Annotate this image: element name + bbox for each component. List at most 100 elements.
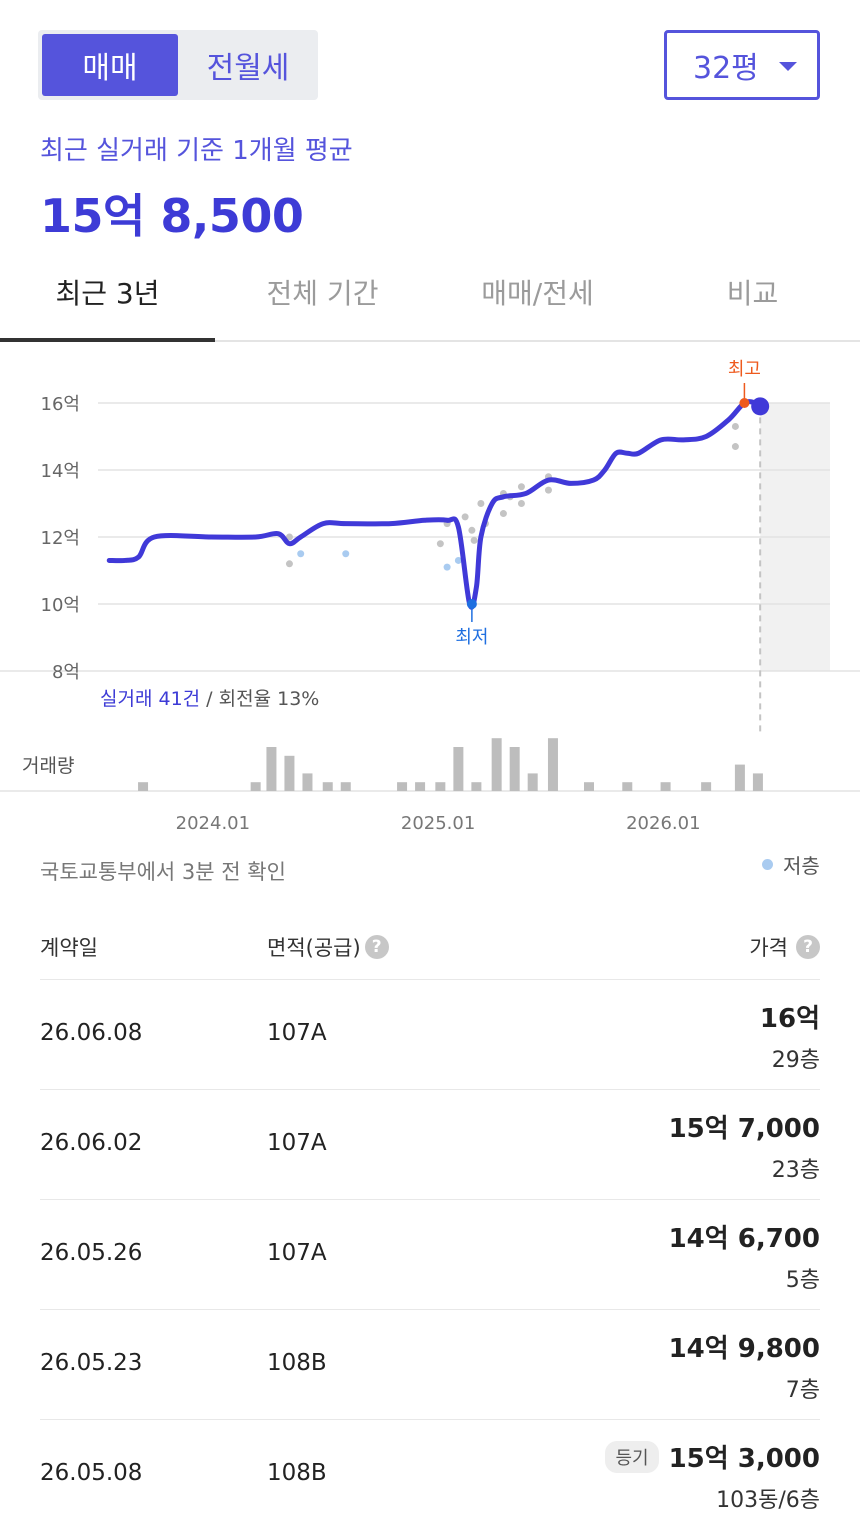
table-row[interactable]: 26.05.08 108B 등기 15억 3,000 103동/6층: [40, 1420, 820, 1530]
volume-bars: [0, 738, 860, 792]
header-contract-date: 계약일: [40, 936, 98, 960]
volume-bar: [453, 747, 464, 791]
transaction-dot: [461, 513, 469, 521]
volume-label: 거래량: [22, 755, 74, 777]
table-row[interactable]: 26.05.26 107A 14억 6,700 5층: [40, 1200, 820, 1310]
row-date: 26.06.08: [40, 1020, 143, 1046]
transaction-dot: [517, 483, 525, 491]
row-price: 15억 7,000: [668, 1114, 820, 1144]
row-floor: 7층: [785, 1378, 820, 1403]
source-text: 국토교통부에서 3분 전 확인: [40, 860, 286, 884]
volume-bar: [660, 782, 671, 791]
transaction-dot: [477, 500, 485, 507]
transactions-table-header: 계약일 면적(공급)? 가격?: [40, 912, 820, 980]
volume-bar: [491, 738, 502, 791]
row-floor: 29층: [771, 1048, 820, 1073]
row-date: 26.05.26: [40, 1240, 143, 1266]
y-tick-label: 16억: [41, 394, 80, 415]
y-axis-labels: 8억 10억 12억 14억 16억: [41, 394, 80, 683]
question-icon[interactable]: ?: [796, 935, 820, 959]
row-area: 108B: [267, 1460, 327, 1486]
row-date: 26.06.02: [40, 1130, 143, 1156]
row-area: 107A: [267, 1020, 327, 1046]
transaction-dot: [470, 536, 478, 544]
volume-bar: [584, 782, 595, 791]
sale-toggle-button[interactable]: 매매: [42, 34, 178, 96]
price-chart: 8억 10억 12억 14억 16억 최고최저 실거래 41건 / 회전율 13% 거래…: [0, 359, 860, 834]
rent-toggle-button[interactable]: 전월세: [180, 34, 316, 96]
turnover-rate: 회전율 13%: [219, 688, 320, 710]
high-marker-label: 최고: [728, 359, 761, 380]
price-line: [106, 399, 763, 610]
table-row[interactable]: 26.06.02 107A 15억 7,000 23층: [40, 1090, 820, 1200]
volume-bar: [266, 747, 277, 791]
chart-grid: [0, 402, 860, 734]
low-marker-dot: [466, 599, 477, 609]
row-floor: 103동/6층: [716, 1488, 820, 1513]
row-date: 26.05.23: [40, 1350, 143, 1376]
trade-type-toggle: 매매 전월세: [38, 30, 318, 100]
volume-bar: [509, 747, 520, 791]
tab-recent-3-years[interactable]: 최근 3년: [0, 256, 215, 340]
row-price: 14억 9,800: [668, 1334, 820, 1364]
table-row[interactable]: 26.06.08 107A 16억 29층: [40, 980, 820, 1090]
volume-bar: [527, 773, 538, 791]
active-tab-indicator: [0, 338, 215, 342]
transaction-dot: [499, 510, 507, 518]
low-marker-label: 최저: [455, 627, 488, 648]
row-area: 107A: [267, 1130, 327, 1156]
row-area: 108B: [267, 1350, 327, 1376]
volume-bar: [701, 782, 712, 791]
transaction-dot: [285, 560, 293, 568]
volume-bar: [397, 782, 408, 791]
y-tick-label: 12억: [41, 528, 80, 549]
transaction-dot: [436, 540, 444, 548]
price-line-layer: [106, 399, 763, 610]
volume-bar: [284, 755, 295, 791]
high-marker-dot: [739, 398, 750, 408]
average-price-value: 15억 8,500: [40, 189, 304, 243]
period-tabs: 최근 3년 전체 기간 매매/전세 비교: [0, 256, 860, 342]
average-price-label: 최근 실거래 기준 1개월 평균: [40, 136, 353, 166]
row-price: 등기 15억 3,000: [605, 1438, 820, 1475]
row-price: 14억 6,700: [668, 1224, 820, 1254]
stats-separator: /: [200, 688, 218, 710]
transaction-dot: [731, 443, 739, 451]
size-dropdown[interactable]: 32평: [664, 30, 820, 100]
volume-bar: [547, 738, 558, 791]
row-floor: 23층: [771, 1158, 820, 1183]
volume-bar: [250, 782, 261, 791]
row-price: 16억: [759, 1004, 820, 1034]
tab-all-period[interactable]: 전체 기간: [215, 256, 430, 340]
low-floor-legend-label: 저층: [783, 854, 820, 878]
volume-bar: [302, 773, 313, 791]
volume-bar: [471, 782, 482, 791]
low-floor-dot: [297, 550, 305, 558]
transaction-stats: 실거래 41건 / 회전율 13%: [100, 688, 319, 710]
x-axis-labels: 2024.01 2025.01 2026.01: [176, 813, 701, 834]
low-floor-dot: [342, 550, 350, 558]
transaction-dot: [468, 526, 476, 534]
volume-bar: [322, 782, 333, 791]
tab-sale-jeonse[interactable]: 매매/전세: [430, 256, 645, 340]
transaction-dot: [731, 422, 739, 430]
question-icon[interactable]: ?: [364, 935, 389, 959]
table-row[interactable]: 26.05.23 108B 14억 9,800 7층: [40, 1310, 820, 1420]
registered-badge: 등기: [605, 1440, 659, 1473]
volume-bar: [138, 782, 149, 791]
x-tick-label: 2024.01: [176, 813, 250, 834]
caret-down-icon: [779, 62, 797, 71]
chart-legend: 저층: [762, 850, 820, 879]
row-floor: 5층: [785, 1268, 820, 1293]
y-tick-label: 14억: [41, 461, 80, 482]
transaction-dot: [517, 500, 525, 507]
low-floor-dot: [443, 563, 451, 571]
transaction-count: 실거래 41건: [100, 688, 200, 710]
volume-bar: [340, 782, 351, 791]
volume-bar: [435, 782, 446, 791]
row-date: 26.05.08: [40, 1460, 143, 1486]
tab-compare[interactable]: 비교: [645, 256, 860, 340]
header-price: 가격?: [749, 932, 820, 962]
volume-bar: [752, 773, 763, 791]
y-tick-label: 10억: [41, 595, 80, 616]
